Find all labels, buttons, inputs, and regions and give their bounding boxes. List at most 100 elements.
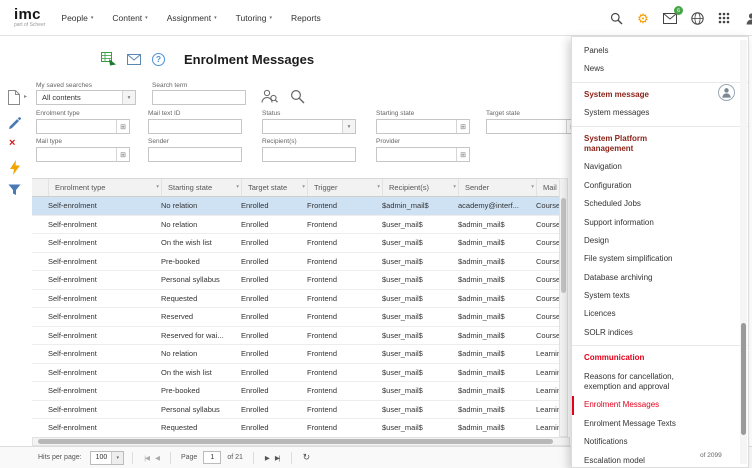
table-row[interactable]: Self-enrolmentOn the wish listEnrolledFr…	[32, 234, 559, 253]
panel-item-system-texts[interactable]: System texts	[572, 287, 688, 305]
lightning-icon[interactable]	[10, 160, 21, 175]
column-header-enrolment-type[interactable]: Enrolment type▾	[49, 179, 162, 196]
filter-input-sender[interactable]	[148, 147, 242, 162]
globe-icon[interactable]	[690, 11, 704, 25]
next-page-button[interactable]: ▶	[265, 454, 269, 462]
panel-item-enrolment-messages[interactable]: Enrolment Messages	[572, 396, 688, 414]
help-icon[interactable]: ?	[151, 52, 166, 67]
panel-item-database-archiving[interactable]: Database archiving	[572, 269, 688, 287]
apps-grid-icon[interactable]	[717, 11, 731, 25]
column-header-starting-state[interactable]: Starting state▾	[162, 179, 242, 196]
saved-searches-select[interactable]: All contents ▾	[36, 90, 136, 105]
table-horizontal-scrollbar[interactable]	[32, 437, 570, 446]
table-row[interactable]: Self-enrolmentNo relationEnrolledFronten…	[32, 216, 559, 235]
column-header-recipient-s[interactable]: Recipient(s)▾	[383, 179, 459, 196]
panel-item-system-messages[interactable]: System messages	[572, 104, 688, 122]
panel-item-solr-indices[interactable]: SOLR indices	[572, 324, 688, 342]
filter-caret-icon[interactable]: ▾	[156, 179, 159, 196]
message-icon[interactable]	[126, 52, 141, 67]
table-vertical-scrollbar[interactable]	[559, 178, 568, 437]
selector-grid-icon[interactable]: ⊞	[456, 120, 469, 133]
edit-pencil-icon[interactable]	[8, 117, 21, 130]
filter-caret-icon[interactable]: ▾	[453, 179, 456, 196]
nav-item-people[interactable]: People▾	[61, 13, 93, 23]
panel-item-reasons-for-cancellation-exemption-and-approval[interactable]: Reasons for cancellation, exemption and …	[572, 368, 688, 397]
panel-item-panels[interactable]: Panels	[572, 42, 688, 60]
search-term-input[interactable]	[152, 90, 246, 105]
filter-input-mail-text-id[interactable]	[148, 119, 242, 134]
imc-logo[interactable]: imc part of Scheer	[14, 7, 45, 28]
nav-item-reports[interactable]: Reports	[291, 13, 321, 23]
table-row[interactable]: Self-enrolmentReserved for wai...Enrolle…	[32, 327, 559, 346]
table-row[interactable]: Self-enrolmentRequestedEnrolledFrontend$…	[32, 290, 559, 309]
column-header-target-state[interactable]: Target state▾	[242, 179, 308, 196]
nav-item-tutoring[interactable]: Tutoring▾	[236, 13, 272, 23]
filter-input-starting-state[interactable]: ⊞	[376, 119, 470, 134]
panel-item-scheduled-jobs[interactable]: Scheduled Jobs	[572, 195, 688, 213]
column-header-trigger[interactable]: Trigger▾	[308, 179, 383, 196]
table-row[interactable]: Self-enrolmentOn the wish listEnrolledFr…	[32, 364, 559, 383]
user-avatar-icon[interactable]	[744, 11, 752, 25]
panel-item-enrolment-message-texts[interactable]: Enrolment Message Texts	[572, 415, 688, 433]
panel-item-support-information[interactable]: Support information	[572, 214, 688, 232]
first-page-button[interactable]: |◀	[144, 454, 149, 462]
table-row[interactable]: Self-enrolmentPre-bookedEnrolledFrontend…	[32, 253, 559, 272]
filter-input-enrolment-type[interactable]: ⊞	[36, 119, 130, 134]
panel-item-design[interactable]: Design	[572, 232, 688, 250]
filter-input-mail-type[interactable]: ⊞	[36, 147, 130, 162]
column-header-sender[interactable]: Sender▾	[459, 179, 537, 196]
panel-item-licences[interactable]: Licences	[572, 305, 688, 323]
panel-item-navigation[interactable]: Navigation	[572, 158, 688, 176]
mail-icon[interactable]: 6	[663, 11, 677, 25]
table-row[interactable]: Self-enrolmentPre-bookedEnrolledFrontend…	[32, 382, 559, 401]
filter-caret-icon[interactable]: ▾	[236, 179, 239, 196]
toolbar-expand-icon[interactable]: ▸	[24, 93, 27, 100]
nav-item-assignment[interactable]: Assignment▾	[167, 13, 217, 23]
search-icon[interactable]	[609, 11, 623, 25]
selector-grid-icon[interactable]: ⊞	[456, 148, 469, 161]
magnifier-icon[interactable]	[290, 89, 305, 109]
column-selector-cell[interactable]	[32, 179, 49, 196]
delete-icon[interactable]: ×	[9, 138, 15, 149]
selector-grid-icon[interactable]: ⊞	[116, 120, 129, 133]
column-header-mail-type[interactable]: Mail type▾	[537, 179, 559, 196]
filter-status: Status▾	[262, 110, 356, 134]
person-search-icon[interactable]	[261, 89, 278, 109]
table-row[interactable]: Self-enrolmentNo relationEnrolledFronten…	[32, 197, 559, 216]
nav-item-content[interactable]: Content▾	[112, 13, 147, 23]
filter-input-target-state[interactable]: ⊞	[486, 119, 580, 134]
table-row[interactable]: Self-enrolmentPersonal syllabusEnrolledF…	[32, 271, 559, 290]
last-page-button[interactable]: ▶|	[275, 454, 280, 462]
prev-page-button[interactable]: ◀	[155, 454, 159, 462]
admin-gear-icon[interactable]: ⚙	[636, 11, 650, 25]
search-term-label: Search term	[152, 82, 187, 89]
selector-grid-icon[interactable]: ⊞	[116, 148, 129, 161]
filter-caret-icon[interactable]: ▾	[377, 179, 380, 196]
table-action-icon[interactable]	[101, 52, 116, 67]
table-row[interactable]: Self-enrolmentReservedEnrolledFrontend$u…	[32, 308, 559, 327]
panel-scrollbar[interactable]	[740, 40, 747, 464]
filter-funnel-icon[interactable]	[8, 184, 21, 196]
filter-input-status[interactable]: ▾	[262, 119, 356, 134]
hits-per-page-select[interactable]: 100 ▾	[90, 451, 125, 465]
panel-item-notifications[interactable]: Notifications	[572, 433, 688, 451]
new-document-icon[interactable]	[8, 90, 20, 105]
refresh-icon[interactable]: ↻	[303, 452, 311, 463]
filter-caret-icon[interactable]: ▾	[531, 179, 534, 196]
filter-caret-icon[interactable]: ▾	[302, 179, 305, 196]
panel-item-file-system-simplification[interactable]: File system simplification	[572, 250, 688, 268]
page-number-input[interactable]: 1	[203, 451, 221, 464]
panel-scroll-thumb[interactable]	[741, 323, 746, 435]
table-row[interactable]: Self-enrolmentRequestedEnrolledFrontend$…	[32, 419, 559, 437]
vertical-scroll-thumb[interactable]	[561, 198, 566, 293]
table-row[interactable]: Self-enrolmentNo relationEnrolledFronten…	[32, 345, 559, 364]
horizontal-scroll-thumb[interactable]	[38, 439, 553, 444]
table-row[interactable]: Self-enrolmentPersonal syllabusEnrolledF…	[32, 401, 559, 420]
filter-input-recipient-s[interactable]	[262, 147, 356, 162]
panel-item-escalation-model[interactable]: Escalation model	[572, 452, 688, 468]
chevron-down-icon[interactable]: ▾	[342, 120, 355, 133]
panel-item-news[interactable]: News	[572, 60, 688, 78]
round-person-icon[interactable]	[718, 84, 735, 101]
panel-item-configuration[interactable]: Configuration	[572, 177, 688, 195]
filter-input-provider[interactable]: ⊞	[376, 147, 470, 162]
